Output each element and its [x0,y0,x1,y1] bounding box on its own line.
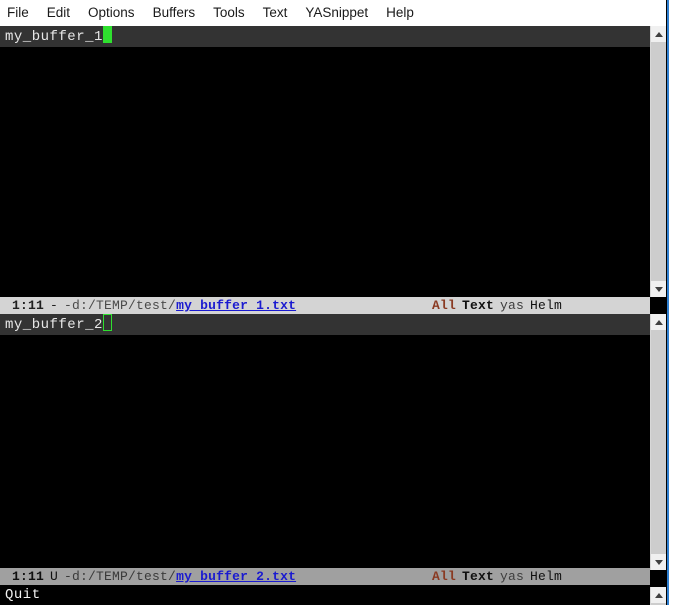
mode-line-2[interactable]: 1:11 U -d:/TEMP/test/my_buffer_2.txt All Te… [0,568,650,585]
buffer-line-2-text: my_buffer_2 [5,317,103,333]
editor-window-2[interactable]: my_buffer_2 1:11 U -d:/TEMP/test/my_buffer… [0,314,666,585]
chevron-down-icon [654,559,663,565]
scrollbar-echo-area[interactable] [650,587,666,605]
frame-focus-border [667,0,669,605]
chevron-up-icon [654,592,663,598]
mode-line-1-scroll-state: All [431,298,456,313]
mode-line-2-scroll-state: All [431,569,456,584]
mode-line-1-coding-prefix: -d: [64,298,89,313]
editor-window-1[interactable]: my_buffer_1 1:11- -d:/TEMP/test/my_buffer… [0,26,666,314]
buffer-text-area-2[interactable]: my_buffer_2 [0,314,650,568]
mode-line-1-helm: Helm [529,298,562,313]
scrollbar-window-2[interactable] [650,314,666,570]
text-cursor-1 [102,26,112,43]
mode-line-1[interactable]: 1:11- -d:/TEMP/test/my_buffer_1.txt All Te… [0,297,650,314]
mode-line-2-modified-flag: U [50,569,59,584]
mode-line-1-right: All Text yas Helm [432,297,650,314]
mode-line-1-minor-modes: yas [499,298,524,313]
buffer-line-1[interactable]: my_buffer_1 [0,26,650,47]
menu-item-tools[interactable]: Tools [213,0,254,26]
menu-item-file[interactable]: File [7,0,38,26]
mode-line-2-coding-prefix: -d: [64,569,89,584]
mode-line-2-filename[interactable]: my_buffer_2.txt [176,568,296,585]
scrollbar-3-up-button[interactable] [651,587,666,603]
mode-line-2-helm: Helm [529,569,562,584]
mode-line-1-filename[interactable]: my_buffer_1.txt [176,297,296,314]
frame-body: my_buffer_1 1:11- -d:/TEMP/test/my_buffer… [0,26,666,605]
buffer-text-area-1[interactable]: my_buffer_1 [0,26,650,297]
menu-item-text[interactable]: Text [263,0,297,26]
menu-item-edit[interactable]: Edit [47,0,79,26]
menu-item-yasnippet[interactable]: YASnippet [305,0,377,26]
menu-item-options[interactable]: Options [88,0,144,26]
mode-line-1-modified-flag: - [50,298,59,313]
scrollbar-1-up-button[interactable] [651,26,666,42]
mode-line-1-directory: /TEMP/test/ [88,298,177,313]
scrollbar-2-up-button[interactable] [651,314,666,330]
menu-item-help[interactable]: Help [386,0,423,26]
mode-line-2-minor-modes: yas [499,569,524,584]
mode-line-2-right: All Text yas Helm [432,568,650,585]
frame-right-padding [669,0,673,605]
emacs-frame: File Edit Options Buffers Tools Text YAS… [0,0,673,605]
echo-area[interactable]: Quit [0,586,650,605]
text-cursor-2 [102,314,112,331]
mode-line-2-left: 1:11 U -d:/TEMP/test/my_buffer_2.txt [0,568,296,585]
chevron-down-icon [654,286,663,292]
buffer-line-2[interactable]: my_buffer_2 [0,314,650,335]
mode-line-1-major-mode: Text [461,298,494,313]
mode-line-1-left: 1:11- -d:/TEMP/test/my_buffer_1.txt [0,297,296,314]
echo-area-message: Quit [5,587,41,603]
scrollbar-1-track[interactable] [651,42,666,281]
mode-line-2-major-mode: Text [461,569,494,584]
scrollbar-1-down-button[interactable] [651,281,666,297]
menu-bar: File Edit Options Buffers Tools Text YAS… [0,0,666,26]
buffer-line-1-text: my_buffer_1 [5,29,103,45]
mode-line-2-position: 1:11 [12,569,45,584]
chevron-up-icon [654,31,663,37]
mode-line-2-directory: /TEMP/test/ [88,569,177,584]
menu-item-buffers[interactable]: Buffers [153,0,205,26]
scrollbar-2-track[interactable] [651,330,666,554]
scrollbar-window-1[interactable] [650,26,666,297]
mode-line-1-position: 1:11 [12,298,45,313]
chevron-up-icon [654,319,663,325]
scrollbar-2-down-button[interactable] [651,554,666,570]
